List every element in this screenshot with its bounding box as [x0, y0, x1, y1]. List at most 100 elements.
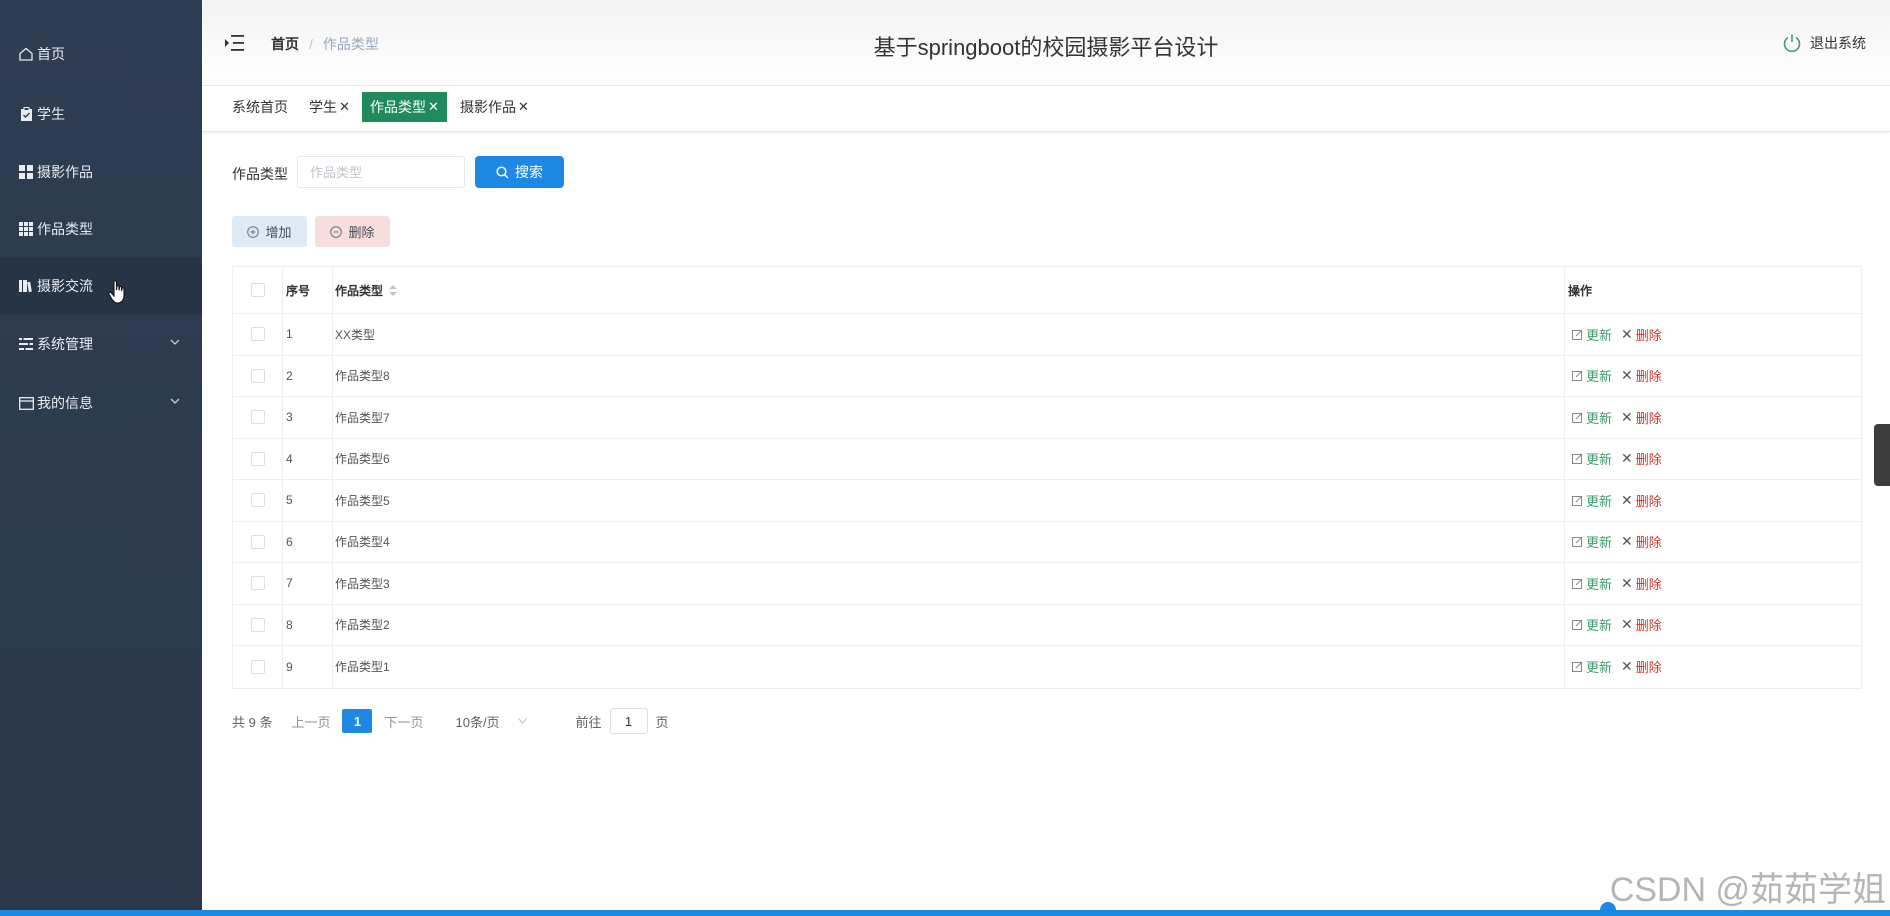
close-icon[interactable]: ✕ — [518, 99, 529, 115]
close-icon[interactable]: ✕ — [339, 99, 350, 115]
update-label: 更新 — [1586, 493, 1613, 509]
row-checkbox[interactable] — [250, 659, 265, 674]
close-icon: ✕ — [1621, 616, 1633, 633]
row-delete-button[interactable]: ✕ 删除 — [1621, 449, 1662, 468]
row-index: 8 — [286, 617, 293, 632]
sidebar-item-student[interactable]: 学生 — [0, 85, 202, 143]
table-row: 5 作品类型5 更新 ✕ 删除 — [233, 480, 1861, 522]
logout-label: 退出系统 — [1810, 35, 1866, 51]
next-page-button[interactable]: 下一页 — [384, 712, 423, 731]
update-button[interactable]: 更新 — [1572, 615, 1612, 634]
update-label: 更新 — [1586, 369, 1613, 385]
sidebar-item-photo-works[interactable]: 摄影作品 — [0, 143, 202, 201]
update-button[interactable]: 更新 — [1572, 491, 1612, 510]
row-delete-button[interactable]: ✕ 删除 — [1621, 532, 1662, 551]
search-button[interactable]: 搜索 — [475, 156, 564, 188]
prev-page-button[interactable]: 上一页 — [291, 712, 330, 731]
page-size-select[interactable]: 10条/页 — [456, 712, 546, 731]
close-icon[interactable]: ✕ — [428, 99, 439, 115]
page-size-value: 10条/页 — [455, 714, 500, 730]
row-delete-button[interactable]: ✕ 删除 — [1621, 574, 1662, 593]
update-label: 更新 — [1586, 452, 1613, 468]
plus-circle-icon — [247, 225, 260, 238]
row-checkbox[interactable] — [250, 451, 265, 466]
row-checkbox[interactable] — [250, 410, 265, 425]
row-type: 作品类型8 — [335, 369, 390, 384]
close-icon: ✕ — [1621, 450, 1633, 467]
update-button[interactable]: 更新 — [1572, 532, 1612, 551]
table-row: 3 作品类型7 更新 ✕ 删除 — [233, 397, 1861, 439]
sidebar-item-work-type[interactable]: 作品类型 — [0, 200, 202, 258]
tag-photo-works[interactable]: 摄影作品 ✕ — [452, 92, 537, 122]
grid-icon — [18, 164, 34, 180]
apps-icon — [18, 221, 34, 237]
sidebar-item-label: 学生 — [37, 106, 65, 122]
row-checkbox[interactable] — [250, 617, 265, 632]
tag-student[interactable]: 学生 ✕ — [301, 92, 358, 122]
search-label: 作品类型 — [232, 166, 288, 182]
delete-label: 删除 — [1635, 369, 1662, 385]
row-checkbox[interactable] — [250, 493, 265, 508]
close-icon: ✕ — [1621, 325, 1633, 342]
hand-cursor-icon — [108, 280, 125, 304]
sidebar-item-photo-exchange[interactable]: 摄影交流 — [0, 257, 202, 315]
row-checkbox[interactable] — [250, 576, 265, 591]
app-title: 基于springboot的校园摄影平台设计 — [873, 35, 1219, 60]
page-number-button[interactable]: 1 — [342, 709, 373, 733]
update-button[interactable]: 更新 — [1572, 657, 1612, 676]
row-delete-button[interactable]: ✕ 删除 — [1621, 366, 1662, 385]
row-delete-button[interactable]: ✕ 删除 — [1621, 491, 1662, 510]
add-button[interactable]: 增加 — [232, 216, 307, 247]
update-label: 更新 — [1586, 535, 1613, 551]
row-delete-button[interactable]: ✕ 删除 — [1621, 325, 1662, 344]
select-all-checkbox[interactable] — [250, 283, 265, 297]
top-header: 首页 / 作品类型 基于springboot的校园摄影平台设计 退出系统 — [202, 0, 1890, 86]
column-header-type[interactable]: 作品类型 — [335, 282, 383, 299]
chevron-down-icon — [170, 339, 180, 345]
side-panel-toggle[interactable] — [1874, 424, 1890, 486]
chevron-down-icon — [170, 398, 180, 404]
sort-icon[interactable] — [389, 284, 398, 296]
update-button[interactable]: 更新 — [1572, 449, 1612, 468]
table-row: 9 作品类型1 更新 ✕ 删除 — [233, 646, 1861, 688]
row-type: 作品类型7 — [335, 410, 390, 425]
row-checkbox[interactable] — [250, 368, 265, 383]
row-type: 作品类型4 — [335, 535, 390, 550]
row-index: 7 — [286, 576, 293, 591]
tag-work-type[interactable]: 作品类型 ✕ — [362, 92, 447, 122]
close-icon: ✕ — [1621, 533, 1633, 550]
row-delete-button[interactable]: ✕ 删除 — [1621, 657, 1662, 676]
sidebar-item-home[interactable]: 首页 — [0, 25, 202, 83]
edit-icon — [1572, 329, 1583, 340]
row-type: XX类型 — [335, 327, 376, 342]
update-button[interactable]: 更新 — [1572, 408, 1612, 427]
page-jump-input[interactable] — [609, 708, 648, 734]
sidebar-item-system-management[interactable]: 系统管理 — [0, 315, 202, 373]
tag-system-home[interactable]: 系统首页 — [224, 92, 296, 122]
tag-label: 作品类型 — [370, 99, 426, 115]
book-icon — [18, 278, 34, 294]
edit-icon — [1572, 453, 1583, 465]
update-button[interactable]: 更新 — [1572, 325, 1612, 344]
delete-label: 删除 — [1635, 452, 1662, 468]
update-label: 更新 — [1586, 618, 1613, 634]
search-input[interactable] — [297, 156, 465, 188]
delete-label: 删除 — [1635, 576, 1662, 592]
batch-delete-button[interactable]: 删除 — [315, 216, 390, 247]
table-row: 7 作品类型3 更新 ✕ 删除 — [233, 563, 1861, 605]
row-type: 作品类型5 — [335, 493, 390, 508]
table-header-row: 序号 作品类型 操作 — [233, 267, 1861, 314]
row-checkbox[interactable] — [250, 327, 265, 342]
logout-button[interactable]: 退出系统 — [1782, 33, 1866, 53]
update-button[interactable]: 更新 — [1572, 366, 1612, 385]
delete-label: 删除 — [1635, 410, 1662, 426]
row-checkbox[interactable] — [250, 534, 265, 549]
sidebar-item-my-info[interactable]: 我的信息 — [0, 374, 202, 432]
row-delete-button[interactable]: ✕ 删除 — [1621, 408, 1662, 427]
update-button[interactable]: 更新 — [1572, 574, 1612, 593]
row-index: 6 — [286, 534, 293, 549]
edit-icon — [1572, 578, 1583, 589]
tags-view-bar: 系统首页 学生 ✕ 作品类型 ✕ 摄影作品 ✕ — [202, 86, 1890, 132]
delete-label: 删除 — [1635, 535, 1662, 551]
row-delete-button[interactable]: ✕ 删除 — [1621, 615, 1662, 634]
